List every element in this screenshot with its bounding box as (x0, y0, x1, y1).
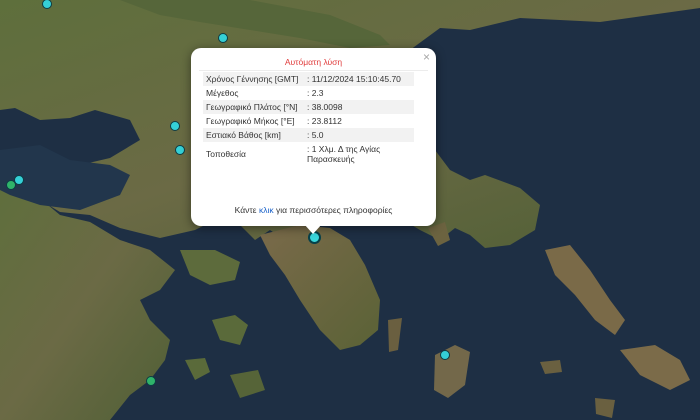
earthquake-marker[interactable] (175, 145, 185, 155)
table-row: Γεωγραφικό Μήκος [°E] : 23.8112 (203, 114, 414, 128)
map-view[interactable]: × Αυτόματη λύση Χρόνος Γέννησης [GMT] : … (0, 0, 700, 420)
earthquake-marker[interactable] (218, 33, 228, 43)
popup-title: Αυτόματη λύση (199, 57, 428, 71)
more-info-link[interactable]: κλικ (259, 205, 274, 215)
earthquake-marker[interactable] (146, 376, 156, 386)
earthquake-marker[interactable] (170, 121, 180, 131)
earthquake-marker[interactable] (440, 350, 450, 360)
magnitude-value: : 2.3 (307, 88, 324, 98)
latitude-value: : 38.0098 (304, 100, 414, 114)
popup-pointer (304, 224, 322, 234)
earthquake-details-table: Χρόνος Γέννησης [GMT] : 11/12/2024 15:10… (203, 72, 414, 166)
table-row: Εστιακό Βάθος [km] : 5.0 (203, 128, 414, 142)
table-row: Χρόνος Γέννησης [GMT] : 11/12/2024 15:10… (203, 72, 414, 86)
popup-footer: Κάντε κλικ για περισσότερες πληροφορίες (199, 205, 428, 215)
table-row: Μέγεθος : 2.3 (203, 86, 414, 100)
table-row: Τοποθεσία : 1 Χλμ. Δ της Αγίας Παρασκευή… (203, 142, 414, 166)
origin-time-label: Χρόνος Γέννησης [GMT] (203, 72, 304, 86)
location-label: Τοποθεσία (206, 149, 246, 159)
depth-value: : 5.0 (304, 128, 414, 142)
depth-label: Εστιακό Βάθος [km] (203, 128, 304, 142)
magnitude-label: Μέγεθος (206, 88, 239, 98)
footer-suffix: για περισσότερες πληροφορίες (275, 205, 393, 215)
latitude-label: Γεωγραφικό Πλάτος [°N] (203, 100, 304, 114)
location-value: : 1 Χλμ. Δ της Αγίας Παρασκευής (307, 144, 381, 164)
earthquake-marker[interactable] (6, 180, 16, 190)
footer-prefix: Κάντε (234, 205, 257, 215)
table-row: Γεωγραφικό Πλάτος [°N] : 38.0098 (203, 100, 414, 114)
earthquake-info-popup: × Αυτόματη λύση Χρόνος Γέννησης [GMT] : … (191, 48, 436, 226)
longitude-label: Γεωγραφικό Μήκος [°E] (206, 116, 295, 126)
longitude-value: : 23.8112 (307, 116, 342, 126)
origin-time-value: : 11/12/2024 15:10:45.70 (304, 72, 414, 86)
